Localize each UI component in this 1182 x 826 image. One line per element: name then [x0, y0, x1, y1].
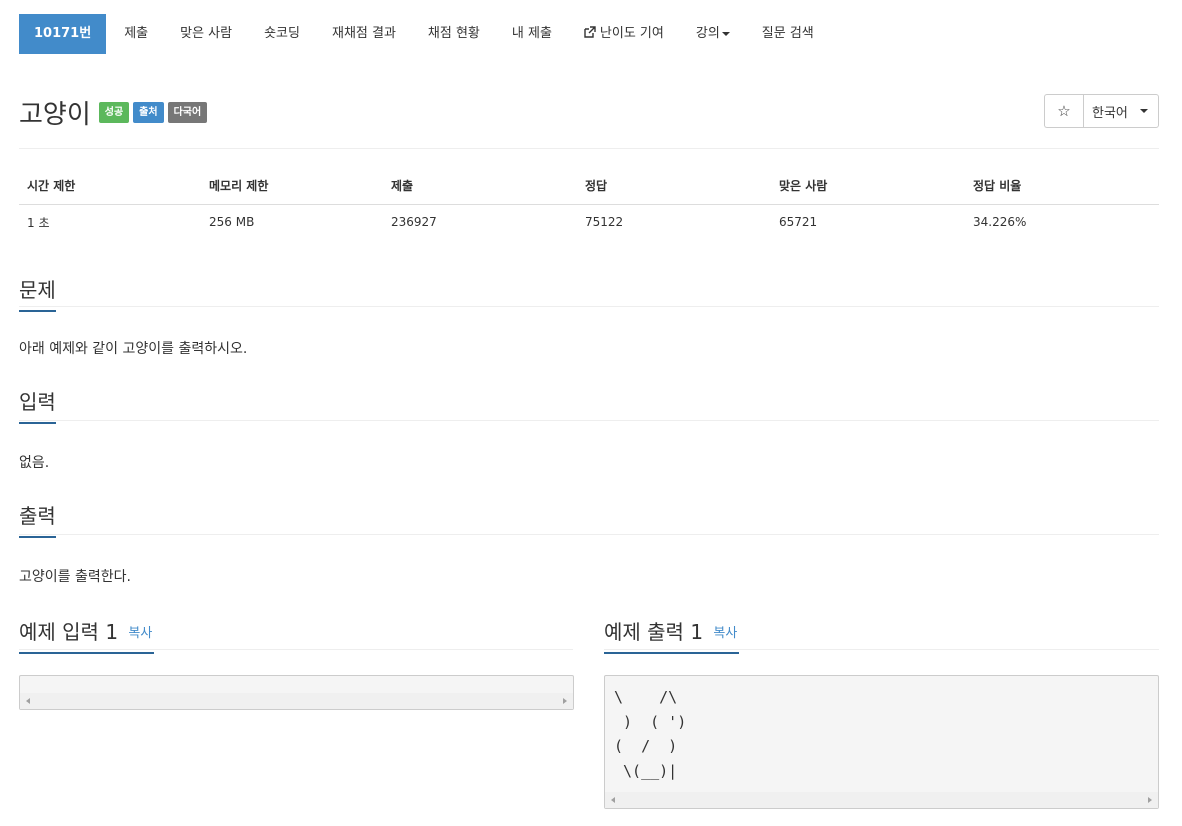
section-divider	[19, 534, 1159, 535]
tab-short-coding[interactable]: 숏코딩	[250, 14, 314, 54]
input-heading: 입력	[19, 386, 56, 424]
section-divider	[604, 649, 1159, 650]
table-row: 1 초 256 MB 236927 75122 65721 34.226%	[19, 204, 1159, 240]
problem-description: 아래 예제와 같이 고양이를 출력하시오.	[19, 341, 248, 357]
title-tools: ☆ 한국어	[1044, 94, 1159, 128]
sample-output-title: 예제 출력 1	[604, 620, 704, 644]
section-divider	[19, 420, 1159, 421]
section-divider	[19, 649, 573, 650]
header-memory-limit: 메모리 제한	[201, 168, 383, 205]
cell-memory-limit: 256 MB	[209, 215, 255, 230]
header-accept-ratio: 정답 비율	[965, 168, 1159, 205]
header-accepted-users: 맞은 사람	[771, 168, 965, 205]
cell-accepted: 75122	[585, 215, 624, 230]
tab-rejudge-results[interactable]: 재채점 결과	[318, 14, 410, 54]
problem-info-table: 시간 제한 메모리 제한 제출 정답 맞은 사람 정답 비율 1 초 256 M…	[19, 168, 1159, 240]
title-row: 고양이 성공 출처 다국어	[19, 92, 208, 132]
sample-input-value	[20, 676, 573, 685]
multilang-badge[interactable]: 다국어	[167, 101, 208, 123]
success-badge: 성공	[98, 101, 130, 123]
horizontal-scrollbar[interactable]	[605, 792, 1158, 808]
header-time-limit: 시간 제한	[19, 168, 201, 205]
caret-down-icon	[1140, 109, 1148, 113]
title-divider	[19, 148, 1159, 149]
star-button[interactable]: ☆	[1044, 94, 1083, 128]
horizontal-scrollbar[interactable]	[20, 693, 573, 709]
copy-sample-input-link[interactable]: 복사	[128, 626, 152, 641]
tab-difficulty-contribution[interactable]: 난이도 기여	[570, 14, 678, 54]
caret-down-icon	[721, 31, 730, 36]
output-section-header: 출력	[19, 500, 56, 538]
tab-problem-number[interactable]: 10171번	[19, 14, 107, 54]
header-accepted: 정답	[577, 168, 771, 205]
scroll-left-icon[interactable]	[26, 698, 30, 704]
tab-judge-status[interactable]: 채점 현황	[414, 14, 494, 54]
scroll-left-icon[interactable]	[611, 797, 615, 803]
scroll-right-icon[interactable]	[563, 698, 567, 704]
output-description: 고양이를 출력한다.	[19, 569, 131, 585]
external-link-icon	[584, 26, 596, 38]
scroll-right-icon[interactable]	[1148, 797, 1152, 803]
section-divider	[19, 306, 1159, 307]
language-label: 한국어	[1092, 105, 1128, 121]
problem-page: 10171번 제출 맞은 사람 숏코딩 재채점 결과 채점 현황 내 제출 난이…	[0, 0, 1182, 826]
sample-output-value: \ /\ ) ( ') ( / ) \(__)|	[614, 688, 687, 780]
tab-difficulty-label: 난이도 기여	[599, 26, 664, 41]
input-section-header: 입력	[19, 386, 56, 424]
table-header-row: 시간 제한 메모리 제한 제출 정답 맞은 사람 정답 비율	[19, 168, 1159, 205]
tab-my-submissions[interactable]: 내 제출	[498, 14, 566, 54]
sample-output-box[interactable]: \ /\ ) ( ') ( / ) \(__)|	[604, 675, 1159, 809]
copy-sample-output-link[interactable]: 복사	[713, 626, 737, 641]
tab-lectures-label: 강의	[695, 26, 720, 41]
cell-accepted-users: 65721	[779, 215, 818, 230]
problem-menu: 10171번 제출 맞은 사람 숏코딩 재채점 결과 채점 현황 내 제출 난이…	[19, 14, 828, 54]
cell-time-limit: 1 초	[27, 215, 50, 230]
tab-lectures[interactable]: 강의	[682, 14, 744, 54]
cell-accept-ratio: 34.226%	[973, 215, 1027, 230]
language-dropdown[interactable]: 한국어	[1083, 94, 1159, 128]
input-description: 없음.	[19, 455, 50, 471]
source-badge[interactable]: 출처	[133, 101, 164, 123]
tab-submit[interactable]: 제출	[110, 14, 162, 54]
cell-submissions: 236927	[391, 215, 437, 230]
header-submissions: 제출	[383, 168, 577, 205]
tab-accepted-users[interactable]: 맞은 사람	[166, 14, 246, 54]
problem-title: 고양이	[19, 99, 91, 130]
sample-input-title: 예제 입력 1	[19, 620, 119, 644]
sample-input-box[interactable]	[19, 675, 574, 710]
star-icon: ☆	[1057, 102, 1071, 120]
tab-question-search[interactable]: 질문 검색	[748, 14, 828, 54]
output-heading: 출력	[19, 500, 56, 538]
